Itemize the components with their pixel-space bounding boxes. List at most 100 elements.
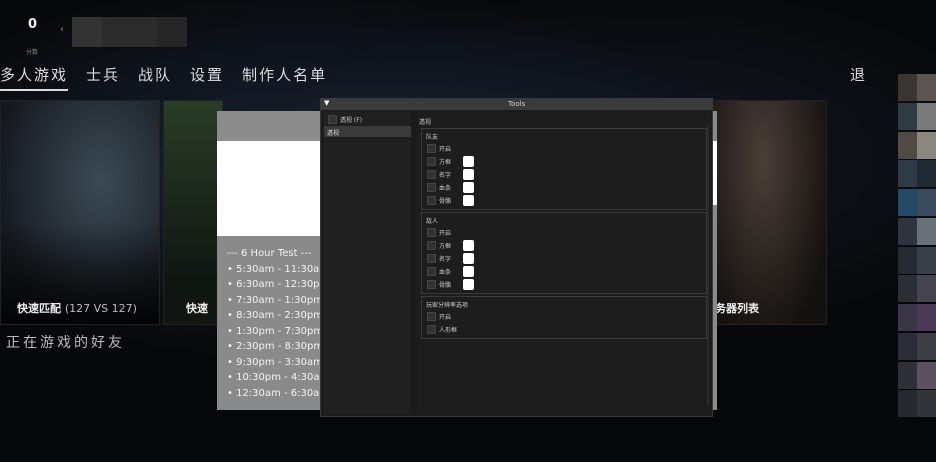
schedule-header-bar <box>217 111 321 141</box>
nav-multiplayer[interactable]: 多人游戏 <box>0 64 69 91</box>
tools-right-pane: 透视 队友 开启 方框 名字 血条 骨骼 敌人 开启 方框 名字 血条 骨骼 玩… <box>417 112 711 414</box>
schedule-row: • 8:30am - 2:30pm ( <box>227 310 330 321</box>
option-row[interactable]: 开启 <box>424 142 706 155</box>
nav-credits[interactable]: 制作人名单 <box>242 64 327 91</box>
group-title: 敌人 <box>426 218 439 225</box>
color-swatch[interactable] <box>463 253 474 264</box>
schedule-row: • 1:30pm - 7:30pm ( <box>227 325 331 337</box>
player-count-label: 分数 <box>26 49 39 56</box>
nav-soldier[interactable]: 士兵 <box>86 64 120 91</box>
schedule-row: • 2:30pm - 8:30pm ( <box>227 341 331 352</box>
option-row[interactable]: 开启 <box>424 226 706 239</box>
option-label: 开启 <box>439 146 452 153</box>
option-label: 骨骼 <box>439 198 452 205</box>
nav-exit[interactable]: 退 <box>850 64 865 85</box>
checkbox[interactable] <box>427 241 436 250</box>
option-row[interactable]: 人形框 <box>424 323 706 336</box>
color-swatch[interactable] <box>463 279 474 290</box>
checkbox[interactable] <box>427 157 436 166</box>
quick-card-2-label: 快速 <box>186 302 208 315</box>
nav-squad[interactable]: 战队 <box>138 64 172 91</box>
option-label: 方框 <box>439 243 452 250</box>
checkbox[interactable] <box>427 312 436 321</box>
schedule-row: • 10:30pm - 4:30am <box>227 372 330 383</box>
option-row[interactable]: 方框 <box>424 155 706 168</box>
schedule-panel-edge <box>713 111 717 410</box>
color-swatch[interactable] <box>463 240 474 251</box>
nav-settings[interactable]: 设置 <box>190 64 224 91</box>
friends-playing-label: 正在游戏的好友 <box>6 335 125 351</box>
schedule-panel: --- 6 Hour Test --- • 5:30am - 11:30am •… <box>217 111 331 410</box>
option-row[interactable]: 血条 <box>424 265 706 278</box>
menu-item-esp[interactable]: 透视 <box>324 126 411 137</box>
group-enemies: 敌人 开启 方框 名字 血条 骨骼 <box>421 212 707 294</box>
group-title: 队友 <box>426 134 439 141</box>
scrollbar[interactable] <box>707 126 709 406</box>
option-row[interactable]: 名字 <box>424 168 706 181</box>
option-label: 名字 <box>439 172 452 179</box>
option-label: 骨骼 <box>439 282 452 289</box>
quick-match-card[interactable]: 快速匹配 (127 VS 127) <box>0 100 160 325</box>
schedule-row: • 7:30am - 1:30pm ( <box>227 294 330 306</box>
schedule-row: • 12:30am - 6:30am <box>227 387 330 399</box>
group-player-options: 玩家分辨率选项 开启 人形框 <box>421 296 707 339</box>
schedule-list: --- 6 Hour Test --- • 5:30am - 11:30am •… <box>217 236 331 401</box>
player-count: 0 <box>28 17 38 32</box>
blurred-name <box>102 17 157 47</box>
checkbox[interactable] <box>427 183 436 192</box>
checkbox[interactable] <box>427 144 436 153</box>
option-label: 血条 <box>439 185 452 192</box>
option-label: 名字 <box>439 256 452 263</box>
option-row[interactable]: 方框 <box>424 239 706 252</box>
esp-toggle[interactable]: 透视 (F) <box>324 112 411 124</box>
main-nav: 多人游戏 士兵 战队 设置 制作人名单 <box>0 64 345 91</box>
checkbox[interactable] <box>427 196 436 205</box>
checkbox[interactable] <box>427 254 436 263</box>
checkbox[interactable] <box>427 325 436 334</box>
option-label: 开启 <box>439 314 452 321</box>
quick-match-title: 快速匹配 <box>17 302 61 315</box>
esp-checkbox[interactable] <box>328 115 337 124</box>
option-row[interactable]: 血条 <box>424 181 706 194</box>
option-label: 血条 <box>439 269 452 276</box>
checkbox[interactable] <box>427 170 436 179</box>
group-title: 玩家分辨率选项 <box>426 302 469 309</box>
esp-toggle-label: 透视 (F) <box>340 117 363 124</box>
option-row[interactable]: 名字 <box>424 252 706 265</box>
checkbox[interactable] <box>427 267 436 276</box>
server-list-label: 务器列表 <box>715 302 759 315</box>
quick-card-2[interactable]: 快速 <box>163 100 223 325</box>
schedule-row: • 9:30pm - 3:30am ( <box>227 356 330 368</box>
option-row[interactable]: 开启 <box>424 310 706 323</box>
chevron-left-icon[interactable]: ‹ <box>60 24 64 35</box>
schedule-title: --- 6 Hour Test --- <box>227 248 312 259</box>
group-teammates: 队友 开启 方框 名字 血条 骨骼 <box>421 128 707 210</box>
collapse-arrow-icon[interactable]: ▼ <box>324 99 329 107</box>
checkbox[interactable] <box>427 228 436 237</box>
option-label: 开启 <box>439 230 452 237</box>
option-row[interactable]: 骨骼 <box>424 278 706 291</box>
tools-left-pane: 透视 (F) 透视 <box>324 112 411 414</box>
color-swatch[interactable] <box>463 195 474 206</box>
esp-section-title: 透视 <box>419 119 432 126</box>
option-label: 人形框 <box>439 327 458 334</box>
blurred-avatar <box>72 17 102 47</box>
checkbox[interactable] <box>427 280 436 289</box>
schedule-row: • 6:30am - 12:30pm <box>227 279 330 290</box>
color-swatch[interactable] <box>463 182 474 193</box>
schedule-banner <box>217 141 321 236</box>
quick-match-sub: (127 VS 127) <box>64 302 137 315</box>
tools-window[interactable]: ▼ Tools 透视 (F) 透视 透视 队友 开启 方框 名字 血条 骨骼 敌… <box>320 98 713 417</box>
quick-match-label: 快速匹配 (127 VS 127) <box>17 300 137 316</box>
window-title-bar[interactable]: ▼ Tools <box>321 99 712 110</box>
option-row[interactable]: 骨骼 <box>424 194 706 207</box>
schedule-row: • 5:30am - 11:30am <box>227 263 330 275</box>
option-label: 方框 <box>439 159 452 166</box>
color-swatch[interactable] <box>463 266 474 277</box>
blurred-friend-list <box>898 74 936 419</box>
blurred-block <box>157 17 187 47</box>
server-list-card[interactable]: 务器列表 <box>712 100 827 325</box>
color-swatch[interactable] <box>463 169 474 180</box>
window-title: Tools <box>508 100 526 108</box>
color-swatch[interactable] <box>463 156 474 167</box>
